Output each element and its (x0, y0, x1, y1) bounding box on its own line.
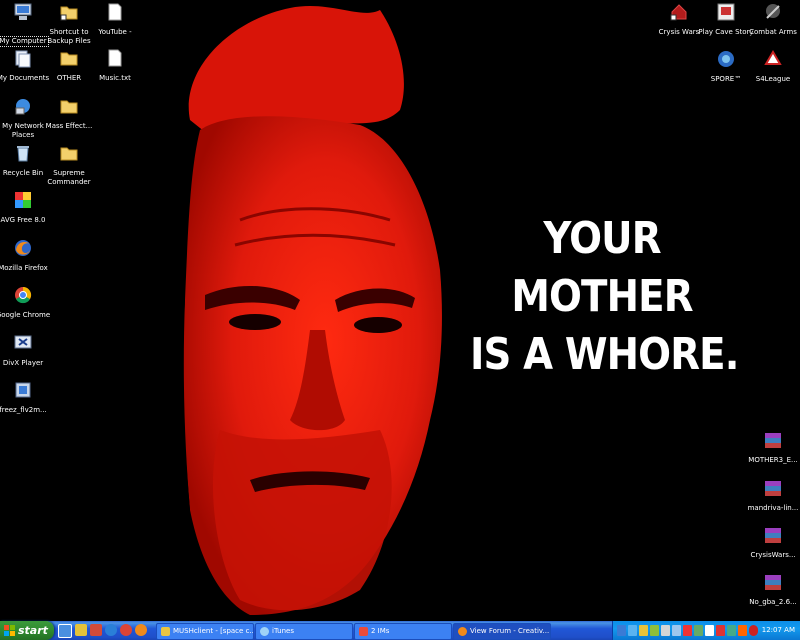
windows-logo-icon (4, 625, 15, 636)
desktop-icon-label: CrysisWars... (750, 551, 796, 559)
desktop-icon-label: Google Chrome (0, 311, 51, 319)
archive-icon (765, 481, 781, 496)
system-tray: 12:07 AM (612, 621, 800, 640)
chrome-icon[interactable] (120, 624, 132, 636)
wallpaper-caption-line: MOTHER (511, 271, 693, 322)
ie-icon[interactable] (105, 624, 117, 636)
desktop-icon-label: mandriva-lin... (747, 504, 799, 512)
desktop-icon-mandriva[interactable]: mandriva-lin... (742, 478, 800, 513)
desktop[interactable]: YOUR MOTHER IS A WHORE. My Computer Shor… (0, 0, 800, 621)
taskbar-button-label: View Forum - Creativ... (470, 627, 550, 635)
archive-icon (765, 433, 781, 448)
desktop-icon-label: Mozilla Firefox (0, 264, 48, 272)
aim-icon (359, 626, 368, 636)
desktop-icon-youtube[interactable]: YouTube - (84, 2, 146, 37)
archive-icon (765, 575, 781, 590)
wallpaper-caption: YOUR MOTHER IS A WHORE. (470, 210, 739, 384)
itunes-icon (260, 626, 269, 636)
tray-app-icon[interactable] (727, 625, 736, 636)
start-label: start (18, 624, 48, 637)
avg-icon (15, 192, 31, 208)
tray-app-icon[interactable] (738, 625, 747, 636)
desktop-icon-crysiswars-rar[interactable]: CrysisWars... (742, 525, 800, 560)
tray-app-icon[interactable] (716, 625, 725, 636)
archive-icon (765, 528, 781, 543)
desktop-icon-no-gba[interactable]: No_gba_2.6... (742, 572, 800, 607)
aim-icon[interactable] (75, 624, 87, 636)
quick-launch-bar (58, 624, 147, 638)
taskbar-button-label: iTunes (272, 627, 294, 635)
desktop-icon-label: MOTHER3_E... (748, 456, 798, 464)
desktop-icon-label: S4League (755, 75, 791, 83)
desktop-icon-label: DivX Player (2, 359, 44, 367)
firefox-icon[interactable] (135, 624, 147, 636)
desktop-icon-avg[interactable]: AVG Free 8.0 (0, 190, 54, 225)
clock[interactable]: 12:07 AM (762, 621, 795, 640)
desktop-icon-mass-effect[interactable]: Mass Effect... (38, 96, 100, 131)
game-icon (764, 50, 782, 65)
text-file-icon (108, 3, 122, 21)
desktop-icon-combat-arms[interactable]: Combat Arms (742, 2, 800, 37)
firefox-icon (15, 240, 31, 256)
tray-messenger-icon[interactable] (628, 625, 637, 636)
folder-icon (60, 147, 78, 161)
desktop-icon-label: YouTube - (98, 28, 132, 36)
desktop-icon-label: Mass Effect... (45, 122, 93, 130)
spore-icon (718, 51, 734, 67)
tray-app-icon[interactable] (672, 625, 681, 636)
show-desktop-icon[interactable] (58, 624, 72, 638)
desktop-icon-label: Supreme Commander (47, 169, 91, 186)
tray-app-icon[interactable] (694, 625, 703, 636)
desktop-icon-s4league[interactable]: S4League (742, 49, 800, 84)
tray-network-icon[interactable] (617, 625, 626, 636)
tray-app-icon[interactable] (661, 625, 670, 636)
taskbar-button-ims[interactable]: 2 IMs (354, 623, 452, 640)
wallpaper-caption-line: IS A WHORE. (470, 329, 739, 380)
game-icon (766, 4, 780, 19)
tray-icons (617, 625, 758, 636)
installer-icon (15, 382, 31, 398)
documents-folder-icon (15, 50, 31, 68)
taskbar-button-mushclient[interactable]: MUSHclient - [space c... (156, 623, 254, 640)
desktop-icon-freez[interactable]: freez_flv2m... (0, 380, 54, 415)
desktop-icon-label: Music.txt (99, 74, 131, 82)
folder-shortcut-icon (60, 6, 78, 21)
desktop-icon-mother3[interactable]: MOTHER3_E... (742, 430, 800, 465)
wallpaper-caption-line: YOUR (543, 213, 661, 264)
tray-security-icon[interactable] (749, 625, 758, 636)
chrome-icon (15, 286, 32, 304)
start-button[interactable]: start (0, 621, 54, 640)
tray-volume-icon[interactable] (705, 625, 714, 636)
computer-icon (14, 3, 32, 20)
desktop-icon-label: No_gba_2.6... (749, 598, 797, 606)
desktop-icon-label: AVG Free 8.0 (0, 216, 46, 224)
desktop-icon-label: Combat Arms (749, 28, 797, 36)
firefox-icon (458, 626, 467, 636)
taskbar: start MUSHclient - [space c... iTunes 2 … (0, 621, 800, 640)
shortcut-icon (670, 4, 687, 21)
tray-app-icon[interactable] (650, 625, 659, 636)
desktop-icon-divx[interactable]: DivX Player (0, 333, 54, 368)
mushclient-icon (161, 626, 170, 636)
tray-app-icon[interactable] (683, 625, 692, 636)
folder-icon (60, 100, 78, 114)
desktop-icon-firefox[interactable]: Mozilla Firefox (0, 238, 54, 273)
taskbar-button-label: MUSHclient - [space c... (173, 627, 254, 635)
taskbar-button-firefox-forum[interactable]: View Forum - Creativ... (453, 623, 551, 640)
tray-aim-icon[interactable] (639, 625, 648, 636)
recycle-bin-icon (17, 146, 29, 162)
folder-icon (60, 52, 78, 66)
desktop-icon-music-txt[interactable]: Music.txt (84, 48, 146, 83)
desktop-icon-chrome[interactable]: Google Chrome (0, 285, 54, 320)
messenger-icon[interactable] (90, 624, 102, 636)
taskbar-button-itunes[interactable]: iTunes (255, 623, 353, 640)
desktop-icon-supreme-commander[interactable]: Supreme Commander (38, 143, 100, 187)
text-file-icon (108, 49, 122, 67)
desktop-icon-label: freez_flv2m... (0, 406, 47, 414)
taskbar-button-label: 2 IMs (371, 627, 390, 635)
game-icon (717, 3, 735, 21)
network-icon (15, 99, 30, 115)
divx-icon (14, 335, 32, 349)
